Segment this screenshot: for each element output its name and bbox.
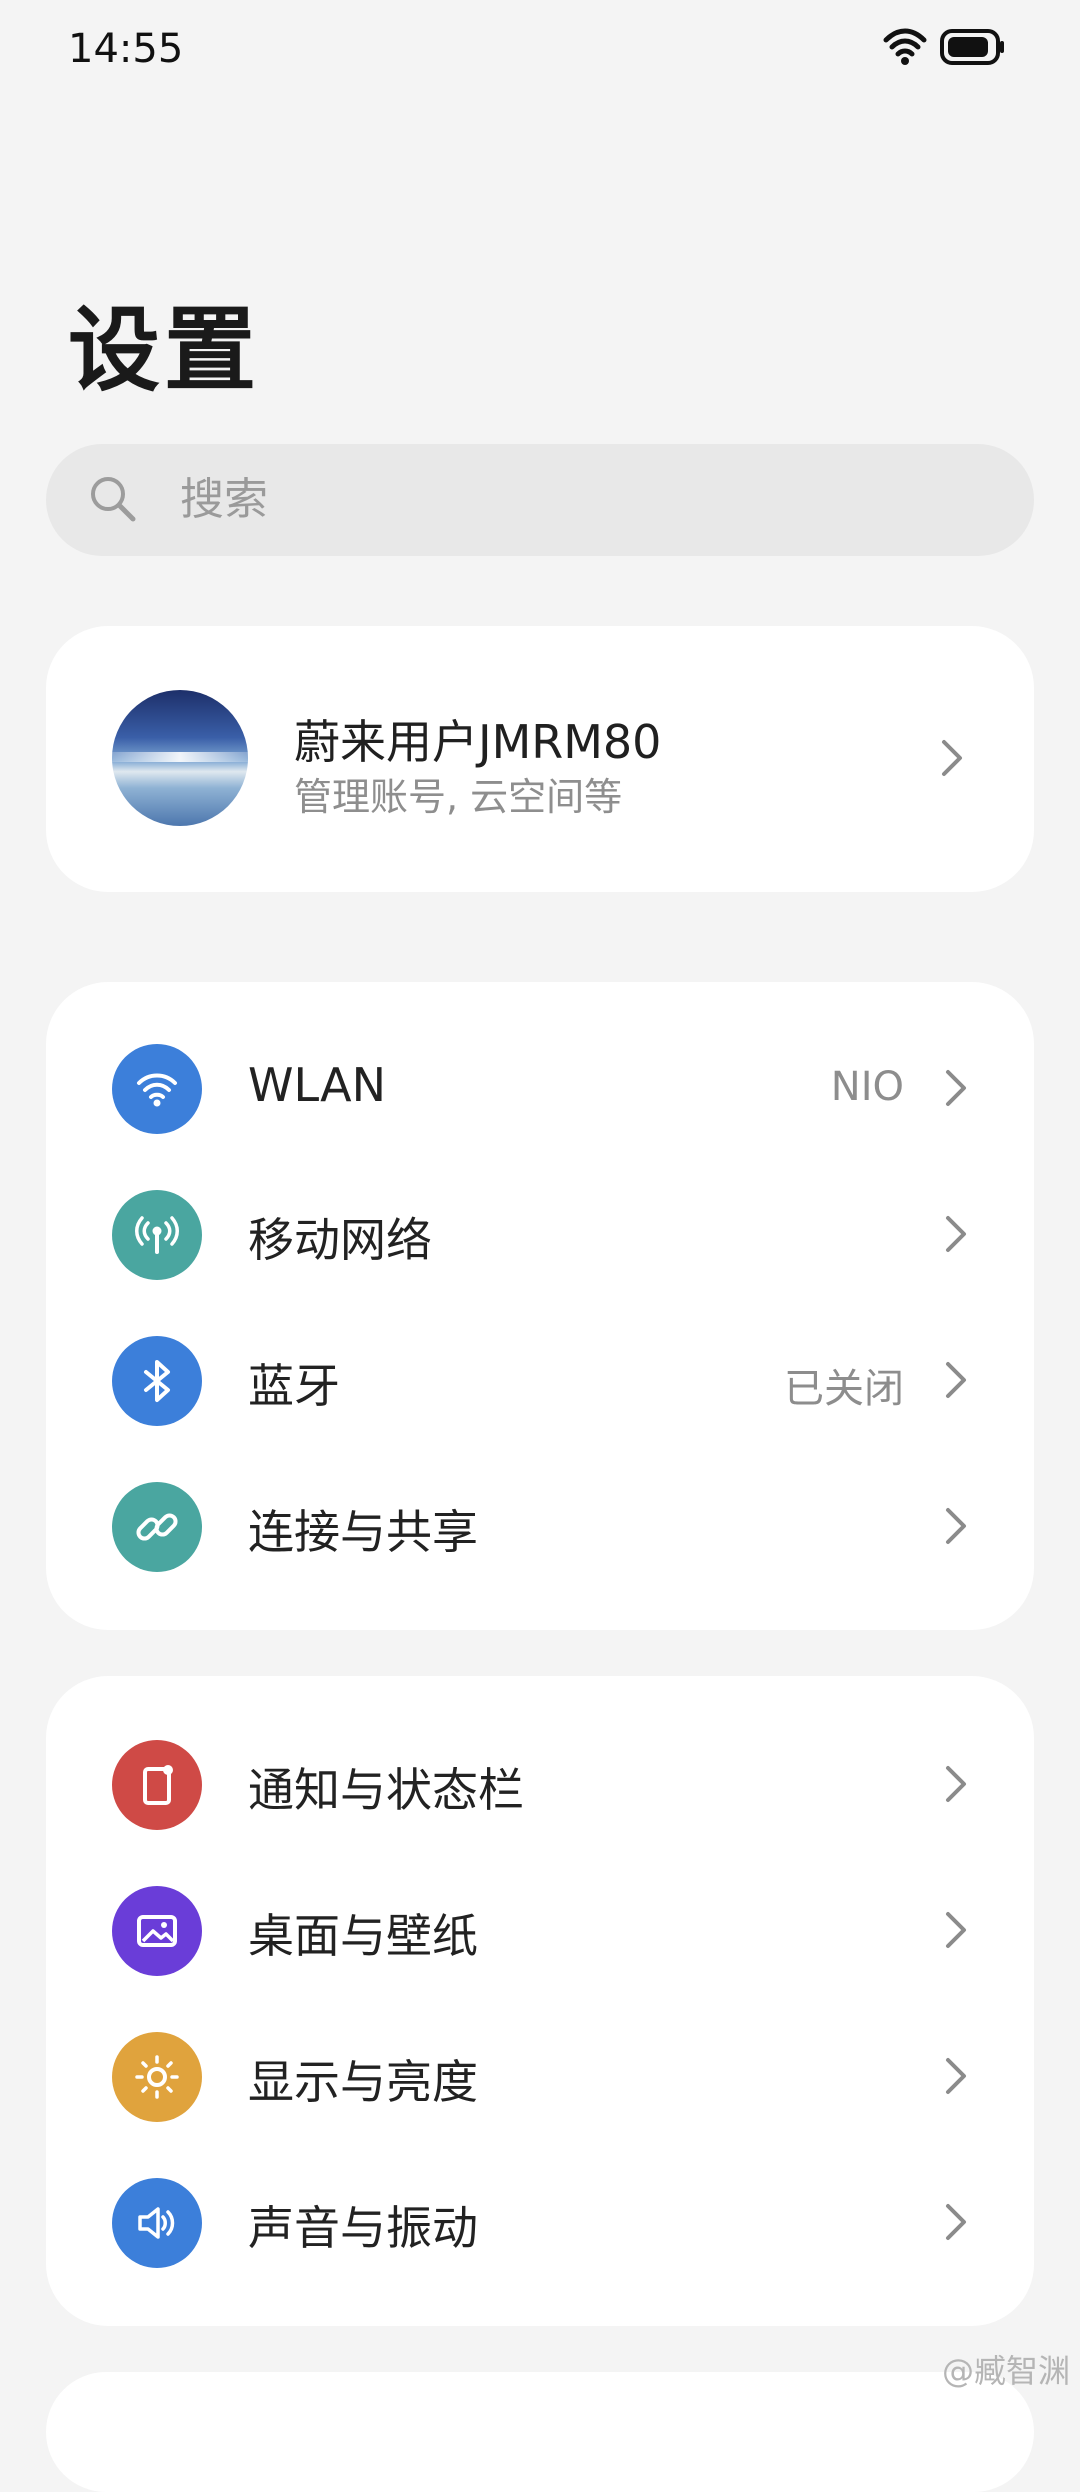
status-time: 14:55: [68, 26, 184, 72]
chevron-right-icon: [942, 1504, 970, 1548]
wifi-icon: [112, 1044, 202, 1134]
notification-icon: [112, 1740, 202, 1830]
chevron-right-icon: [942, 1212, 970, 1256]
sound-icon: [112, 2178, 202, 2268]
settings-row-label: 连接与共享: [248, 1505, 478, 1559]
settings-row-label: 通知与状态栏: [248, 1763, 524, 1817]
settings-row-label: 蓝牙: [248, 1359, 340, 1413]
settings-row-connection-sharing[interactable]: 连接与共享: [46, 1454, 1034, 1600]
chevron-right-icon: [942, 2200, 970, 2244]
settings-row-value: NIO: [830, 1064, 904, 1110]
settings-row-sound-vibration[interactable]: 声音与振动: [46, 2150, 1034, 2296]
settings-row-label: 移动网络: [248, 1213, 432, 1267]
account-name[interactable]: 蔚来用户JMRM80: [294, 706, 661, 772]
settings-row-bluetooth[interactable]: 蓝牙 已关闭: [46, 1308, 1034, 1454]
account-subtitle: 管理账号, 云空间等: [294, 775, 623, 819]
wallpaper-icon: [112, 1886, 202, 1976]
settings-row-value: 已关闭: [784, 1366, 904, 1412]
chevron-right-icon: [942, 1908, 970, 1952]
bluetooth-icon: [112, 1336, 202, 1426]
search-input[interactable]: 搜索: [180, 472, 268, 528]
search-icon: [86, 472, 142, 528]
link-icon: [112, 1482, 202, 1572]
settings-row-wallpaper[interactable]: 桌面与壁纸: [46, 1858, 1034, 2004]
settings-row-label: 桌面与壁纸: [248, 1909, 478, 1963]
settings-row-label: 显示与亮度: [248, 2055, 478, 2109]
chevron-right-icon: [942, 1762, 970, 1806]
settings-row-notifications[interactable]: 通知与状态栏: [46, 1712, 1034, 1858]
battery-icon: [940, 28, 1006, 66]
page-title: 设置: [68, 297, 261, 404]
settings-row-mobile-network[interactable]: 移动网络: [46, 1162, 1034, 1308]
settings-row-wlan[interactable]: WLAN NIO: [46, 1016, 1034, 1162]
chevron-right-icon[interactable]: [938, 736, 966, 780]
cellular-icon: [112, 1190, 202, 1280]
settings-row-label: 声音与振动: [248, 2201, 478, 2255]
settings-row-display-brightness[interactable]: 显示与亮度: [46, 2004, 1034, 2150]
next-settings-card: [46, 2372, 1034, 2492]
wifi-status-icon: [880, 28, 930, 68]
settings-row-label: WLAN: [248, 1058, 387, 1112]
watermark-text: @臧智渊: [941, 2352, 1070, 2390]
chevron-right-icon: [942, 1358, 970, 1402]
avatar[interactable]: [112, 690, 248, 826]
chevron-right-icon: [942, 2054, 970, 2098]
chevron-right-icon: [942, 1066, 970, 1110]
brightness-icon: [112, 2032, 202, 2122]
status-bar: 14:55: [0, 0, 1080, 100]
